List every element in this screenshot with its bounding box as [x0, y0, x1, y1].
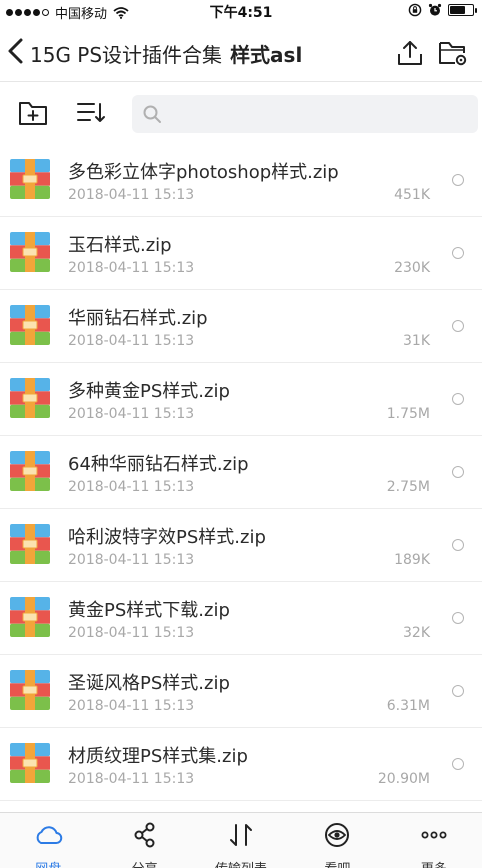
tab-bar: 网盘 分享 传输列表 看吧 更多: [0, 812, 482, 868]
tab-label: 传输列表: [193, 858, 289, 868]
zip-file-icon: [10, 743, 50, 783]
file-size: 230K: [394, 260, 430, 276]
select-radio[interactable]: [452, 612, 464, 624]
sort-icon[interactable]: [76, 100, 106, 126]
battery-icon: [448, 4, 477, 16]
file-date: 2018-04-11 15:13: [68, 771, 195, 787]
zip-file-icon: [10, 597, 50, 637]
select-radio[interactable]: [452, 393, 464, 405]
eye-icon: [325, 823, 350, 847]
file-date: 2018-04-11 15:13: [68, 479, 195, 495]
tab-label: 看吧: [289, 858, 385, 868]
file-size: 451K: [394, 187, 430, 203]
page-title: 样式asl: [230, 43, 303, 67]
file-date: 2018-04-11 15:13: [68, 260, 195, 276]
file-row[interactable]: 多色彩立体字photoshop样式.zip 2018-04-11 15:13 451…: [0, 144, 482, 217]
file-size: 31K: [403, 333, 430, 349]
zip-file-icon: [10, 305, 50, 345]
breadcrumb-parent[interactable]: 15G PS设计插件合集: [30, 43, 222, 67]
file-name: 多种黄金PS样式.zip: [68, 381, 230, 402]
select-radio[interactable]: [452, 466, 464, 478]
file-row[interactable]: 玉石样式.zip 2018-04-11 15:13 230K: [0, 217, 482, 290]
tab-label: 网盘: [0, 858, 96, 868]
tab-watch[interactable]: 看吧: [289, 813, 385, 868]
file-name: 圣诞风格PS样式.zip: [68, 673, 230, 694]
file-size: 32K: [403, 625, 430, 641]
file-date: 2018-04-11 15:13: [68, 698, 195, 714]
file-row[interactable]: 多种黄金PS样式.zip 2018-04-11 15:13 1.75M: [0, 363, 482, 436]
file-date: 2018-04-11 15:13: [68, 333, 195, 349]
zip-file-icon: [10, 232, 50, 272]
breadcrumb: 15G PS设计插件合集 样式asl: [30, 39, 302, 68]
nav-bar: 15G PS设计插件合集 样式asl: [0, 22, 482, 82]
tab-more[interactable]: 更多: [386, 813, 482, 868]
select-radio[interactable]: [452, 247, 464, 259]
folder-settings-icon[interactable]: [438, 39, 468, 67]
file-name: 玉石样式.zip: [68, 235, 172, 256]
file-row[interactable]: 哈利波特字效PS样式.zip 2018-04-11 15:13 189K: [0, 509, 482, 582]
file-row[interactable]: 黄金PS样式下载.zip 2018-04-11 15:13 32K: [0, 582, 482, 655]
file-row[interactable]: 64种华丽钻石样式.zip 2018-04-11 15:13 2.75M: [0, 436, 482, 509]
file-date: 2018-04-11 15:13: [68, 187, 195, 203]
file-name: 多色彩立体字photoshop样式.zip: [68, 162, 339, 183]
search-input[interactable]: [168, 101, 468, 127]
cloud-icon: [36, 826, 63, 844]
rotation-lock-icon: [408, 3, 422, 17]
select-radio[interactable]: [452, 685, 464, 697]
file-row[interactable]: 华丽钻石样式.zip 2018-04-11 15:13 31K: [0, 290, 482, 363]
select-radio[interactable]: [452, 174, 464, 186]
upload-icon[interactable]: [396, 39, 424, 67]
share-icon: [134, 822, 155, 848]
status-bar: 中国移动 下午4:51: [0, 0, 482, 22]
file-name: 哈利波特字效PS样式.zip: [68, 527, 266, 548]
file-size: 1.75M: [386, 406, 430, 422]
file-size: 20.90M: [377, 771, 430, 787]
file-row[interactable]: 材质纹理PS样式集.zip 2018-04-11 15:13 20.90M: [0, 728, 482, 801]
select-radio[interactable]: [452, 539, 464, 551]
zip-file-icon: [10, 378, 50, 418]
file-date: 2018-04-11 15:13: [68, 552, 195, 568]
tab-netdisk[interactable]: 网盘: [0, 813, 96, 868]
file-row[interactable]: 圣诞风格PS样式.zip 2018-04-11 15:13 6.31M: [0, 655, 482, 728]
file-size: 6.31M: [386, 698, 430, 714]
tab-label: 分享: [96, 858, 192, 868]
tab-share[interactable]: 分享: [96, 813, 192, 868]
zip-file-icon: [10, 451, 50, 491]
tab-label: 更多: [386, 858, 482, 868]
tab-transfer-list[interactable]: 传输列表: [193, 813, 289, 868]
transfer-icon: [230, 824, 253, 846]
toolbar: [0, 90, 482, 140]
file-size: 2.75M: [386, 479, 430, 495]
zip-file-icon: [10, 524, 50, 564]
file-date: 2018-04-11 15:13: [68, 625, 195, 641]
more-icon: [421, 831, 447, 839]
alarm-icon: [428, 3, 442, 16]
search-box[interactable]: [132, 95, 478, 133]
file-date: 2018-04-11 15:13: [68, 406, 195, 422]
select-radio[interactable]: [452, 320, 464, 332]
file-name: 材质纹理PS样式集.zip: [68, 746, 248, 767]
file-name: 黄金PS样式下载.zip: [68, 600, 230, 621]
status-right: [408, 3, 477, 17]
search-icon: [143, 105, 161, 123]
zip-file-icon: [10, 670, 50, 710]
file-size: 189K: [394, 552, 430, 568]
file-list: 多色彩立体字photoshop样式.zip 2018-04-11 15:13 451…: [0, 144, 482, 808]
select-radio[interactable]: [452, 758, 464, 770]
back-chevron-icon[interactable]: [4, 36, 28, 66]
new-folder-icon[interactable]: [18, 100, 48, 126]
zip-file-icon: [10, 159, 50, 199]
file-name: 华丽钻石样式.zip: [68, 308, 208, 329]
file-name: 64种华丽钻石样式.zip: [68, 454, 249, 475]
